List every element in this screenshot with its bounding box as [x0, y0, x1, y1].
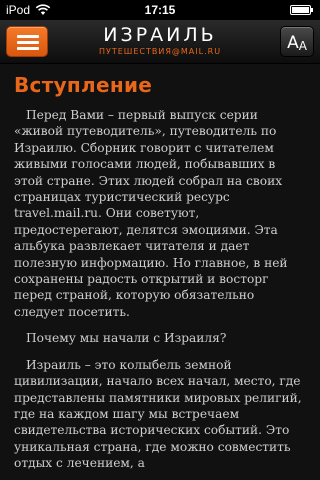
menu-button[interactable] — [6, 26, 48, 57]
app-title: ИЗРАИЛЬ — [103, 24, 217, 46]
font-size-small-label: A — [298, 39, 307, 53]
article-paragraph: Израиль – это колыбель земной цивилизаци… — [14, 357, 302, 471]
status-bar: iPod 17:15 — [0, 0, 320, 20]
font-size-big-label: A — [287, 33, 299, 53]
article-title: Вступление — [14, 73, 153, 97]
article-paragraph: Перед Вами – первый выпуск серии «живой … — [14, 108, 288, 319]
status-time: 17:15 — [144, 3, 176, 17]
article-content[interactable]: Вступление Перед Вами – первый выпуск се… — [0, 65, 320, 480]
hamburger-menu-icon — [17, 35, 39, 50]
nav-title-block: ИЗРАИЛЬ ПУТЕШЕСТВИЯ@MAIL.RU — [60, 24, 260, 57]
battery-icon — [290, 5, 313, 15]
navigation-bar: ИЗРАИЛЬ ПУТЕШЕСТВИЯ@MAIL.RU AA — [0, 20, 320, 64]
app-subtitle: ПУТЕШЕСТВИЯ@MAIL.RU — [98, 47, 222, 56]
article-paragraph: Почему мы начали с Израиля? — [26, 331, 227, 346]
font-size-button[interactable]: AA — [280, 26, 314, 57]
